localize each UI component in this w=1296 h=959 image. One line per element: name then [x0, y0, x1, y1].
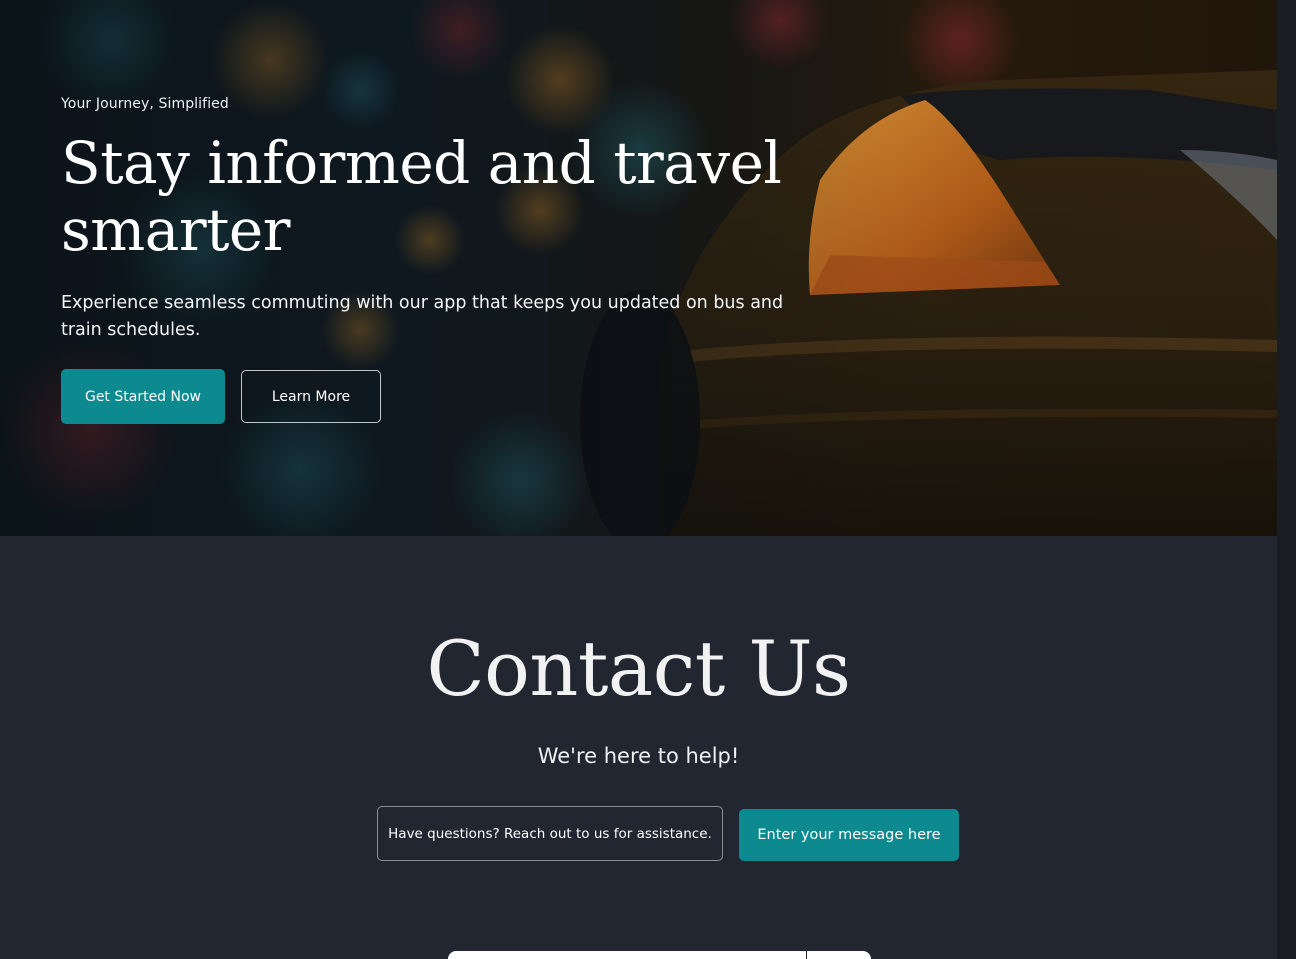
get-started-button[interactable]: Get Started Now — [61, 369, 225, 424]
message-button[interactable]: Enter your message here — [739, 809, 959, 861]
learn-more-button[interactable]: Learn More — [241, 370, 381, 423]
hero-title: Stay informed and travel smarter — [61, 129, 782, 264]
hero-section: Your Journey, Simplified Stay informed a… — [0, 0, 1277, 536]
bottom-input-button[interactable] — [807, 951, 871, 959]
scrollbar-track[interactable] — [1277, 0, 1296, 959]
contact-section: Contact Us We're here to help! Have ques… — [0, 536, 1277, 959]
contact-info-box: Have questions? Reach out to us for assi… — [377, 806, 723, 861]
hero-subtitle: Experience seamless commuting with our a… — [61, 293, 784, 340]
bottom-input-field[interactable] — [448, 951, 806, 959]
contact-subtitle: We're here to help! — [537, 744, 740, 768]
hero-eyebrow: Your Journey, Simplified — [61, 96, 229, 112]
page: Your Journey, Simplified Stay informed a… — [0, 0, 1277, 959]
hero-overlay — [0, 0, 1277, 536]
contact-title: Contact Us — [426, 624, 851, 713]
